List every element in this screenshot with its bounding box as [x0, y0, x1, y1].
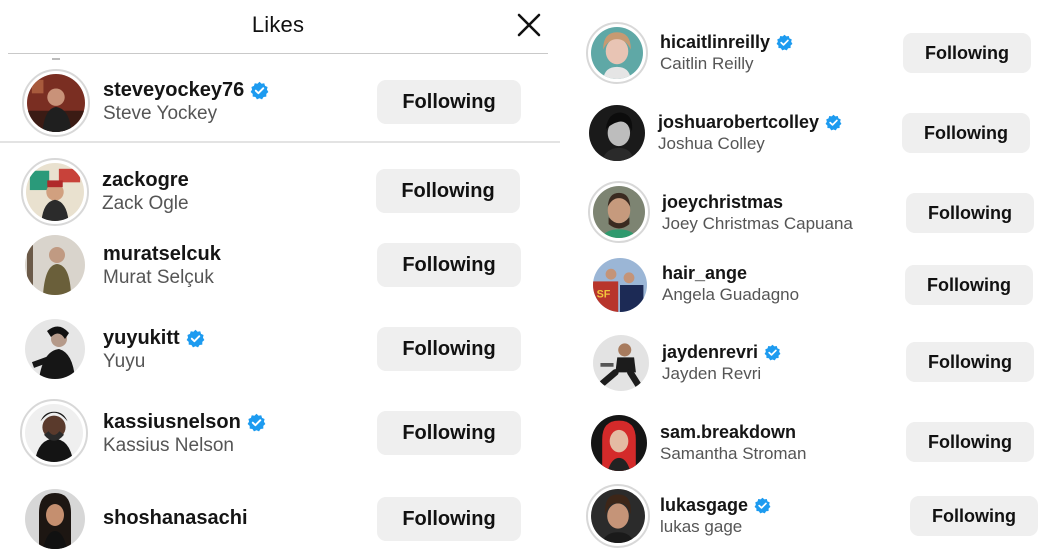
full-name: Zack Ogle	[102, 193, 189, 214]
following-button[interactable]: Following	[377, 327, 521, 371]
full-name: Samantha Stroman	[660, 444, 807, 463]
following-button[interactable]: Following	[906, 342, 1034, 382]
verified-badge-icon	[764, 344, 781, 360]
username[interactable]: lukasgage	[660, 494, 748, 516]
following-button[interactable]: Following	[905, 265, 1033, 305]
list-item: yuyukitt Yuyu Following	[0, 316, 560, 382]
likes-screenshot: Likes steveyockey76 Steve Yockey Followi…	[0, 0, 1056, 558]
avatar[interactable]	[22, 69, 90, 137]
verified-badge-icon	[754, 497, 771, 513]
following-button[interactable]: Following	[906, 193, 1034, 233]
list-item: jaydenrevri Jayden Revri Following	[572, 330, 1056, 396]
list-item: muratselcuk Murat Selçuk Following	[0, 232, 560, 298]
likes-list-continued: hicaitlinreilly Caitlin Reilly Following…	[572, 0, 1056, 558]
following-button[interactable]: Following	[906, 422, 1034, 462]
scroll-indicator	[52, 58, 60, 60]
full-name: Angela Guadagno	[662, 285, 800, 304]
following-button[interactable]: Following	[377, 243, 521, 287]
avatar[interactable]	[586, 102, 648, 164]
username[interactable]: muratselcuk	[103, 242, 221, 266]
following-button[interactable]: Following	[903, 33, 1031, 73]
full-name: Kassius Nelson	[103, 435, 234, 456]
list-item: sam.breakdown Samantha Stroman Following	[572, 410, 1056, 476]
dialog-title: Likes	[251, 12, 305, 37]
following-button[interactable]: Following	[377, 411, 521, 455]
avatar[interactable]	[20, 399, 88, 467]
list-item: shoshanasachi Following	[0, 486, 560, 552]
list-item: zackogre Zack Ogle Following	[0, 158, 560, 226]
username[interactable]: joshuarobertcolley	[658, 111, 819, 133]
full-name: Steve Yockey	[103, 103, 218, 124]
username[interactable]: yuyukitt	[103, 326, 180, 350]
username[interactable]: joeychristmas	[662, 191, 783, 213]
username[interactable]: steveyockey76	[103, 78, 244, 102]
full-name: Murat Selçuk	[103, 267, 214, 288]
divider	[0, 141, 560, 143]
avatar[interactable]	[21, 158, 89, 226]
avatar[interactable]	[586, 22, 648, 84]
verified-badge-icon	[247, 413, 266, 431]
list-item: hicaitlinreilly Caitlin Reilly Following	[572, 20, 1056, 86]
list-item: lukasgage lukas gage Following	[572, 484, 1056, 550]
dialog-header: Likes	[8, 0, 548, 54]
list-item: kassiusnelson Kassius Nelson Following	[0, 399, 560, 467]
full-name: lukas gage	[660, 517, 743, 536]
full-name: Joey Christmas Capuana	[662, 214, 853, 233]
avatar[interactable]: SF	[590, 255, 650, 315]
username[interactable]: shoshanasachi	[103, 506, 248, 530]
following-button[interactable]: Following	[910, 496, 1038, 536]
list-item: steveyockey76 Steve Yockey Following	[0, 69, 560, 137]
verified-badge-icon	[250, 81, 269, 99]
username[interactable]: sam.breakdown	[660, 421, 796, 443]
full-name: Yuyu	[103, 351, 146, 372]
svg-text:SF: SF	[597, 289, 611, 301]
full-name: Caitlin Reilly	[660, 54, 754, 73]
verified-badge-icon	[186, 329, 205, 347]
username[interactable]: kassiusnelson	[103, 410, 241, 434]
following-button[interactable]: Following	[377, 497, 521, 541]
following-button[interactable]: Following	[377, 80, 521, 124]
likes-dialog: Likes steveyockey76 Steve Yockey Followi…	[0, 0, 560, 558]
username[interactable]: zackogre	[102, 168, 189, 192]
list-item: joeychristmas Joey Christmas Capuana Fol…	[572, 180, 1056, 246]
username[interactable]: hicaitlinreilly	[660, 31, 770, 53]
full-name: Joshua Colley	[658, 134, 765, 153]
close-icon[interactable]	[514, 10, 544, 40]
verified-badge-icon	[776, 34, 793, 50]
avatar[interactable]	[22, 486, 88, 552]
avatar[interactable]	[586, 484, 650, 548]
avatar[interactable]	[590, 332, 652, 394]
username[interactable]: jaydenrevri	[662, 341, 758, 363]
username[interactable]: hair_ange	[662, 262, 747, 284]
full-name: Jayden Revri	[662, 364, 762, 383]
avatar[interactable]	[588, 412, 650, 474]
avatar[interactable]	[22, 232, 88, 298]
following-button[interactable]: Following	[376, 169, 520, 213]
avatar[interactable]	[588, 181, 650, 243]
verified-badge-icon	[825, 114, 842, 130]
list-item: SF hair_ange Angela Guadagno Following	[572, 252, 1056, 318]
following-button[interactable]: Following	[902, 113, 1030, 153]
avatar[interactable]	[22, 316, 88, 382]
list-item: joshuarobertcolley Joshua Colley Followi…	[572, 100, 1056, 166]
